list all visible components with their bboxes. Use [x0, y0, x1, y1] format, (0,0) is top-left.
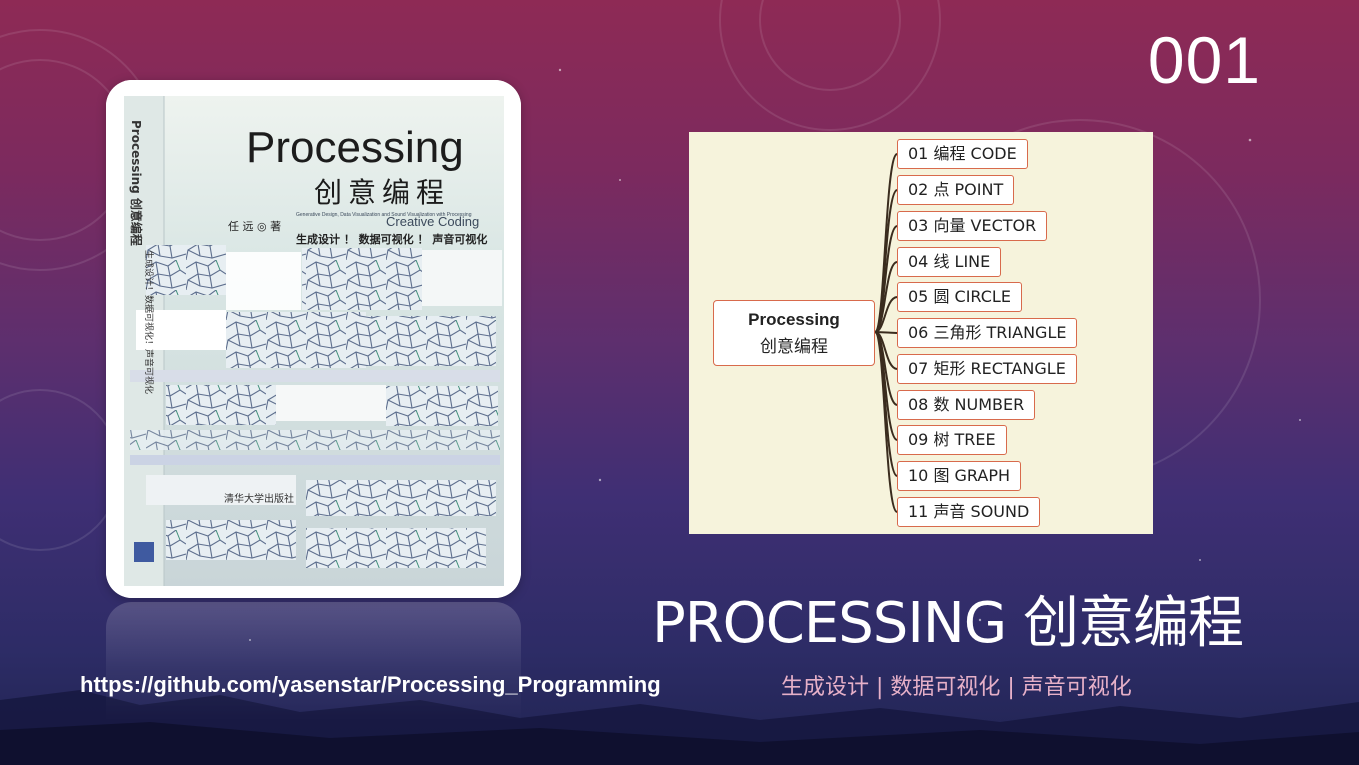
- slide-number: 001: [1147, 23, 1261, 97]
- slide-subtitle: 生成设计 | 数据可视化 | 声音可视化: [781, 675, 1132, 700]
- slide-title: PROCESSING 创意编程: [652, 591, 1244, 656]
- book-reflection: [106, 602, 521, 722]
- book-author: 任 远 ◎ 著: [228, 219, 281, 233]
- book-cover-illustration: Processing 创意编程 Creative Coding Generati…: [106, 80, 521, 598]
- book-chinese-title: 创意编程: [314, 176, 450, 209]
- mindmap-item-sound: 11 声音 SOUND: [897, 497, 1041, 527]
- book-tagline: 生成设计 ！ 数据可视化 ！ 声音可视化: [296, 232, 487, 246]
- mindmap-item-circle: 05 圆 CIRCLE: [897, 282, 1022, 312]
- mindmap-item-tree: 09 树 TREE: [897, 425, 1007, 455]
- book-cover-card: Processing 创意编程 Creative Coding Generati…: [106, 80, 521, 598]
- book-title: Processing: [246, 123, 464, 172]
- mindmap-item-vector: 03 向量 VECTOR: [897, 211, 1048, 241]
- book-spine-tagline: 生成设计！数据可视化！声音可视化: [143, 250, 155, 394]
- book-small-text: Generative Design, Data Visualization an…: [296, 212, 472, 218]
- mindmap-root-subtitle: 创意编程: [760, 336, 828, 357]
- mindmap-item-code: 01 编程 CODE: [897, 139, 1028, 169]
- mindmap-item-graph: 10 图 GRAPH: [897, 461, 1022, 491]
- book-publisher: 清华大学出版社: [224, 492, 294, 505]
- mindmap-item-number: 08 数 NUMBER: [897, 390, 1036, 420]
- mindmap-item-point: 02 点 POINT: [897, 175, 1015, 205]
- book-spine-title: Processing 创意编程: [129, 120, 144, 246]
- mindmap-root-node: Processing 创意编程: [713, 300, 875, 366]
- mindmap-root-title: Processing: [748, 309, 840, 329]
- course-mindmap: Processing 创意编程 01 编程 CODE 02 点 POINT 03…: [689, 132, 1153, 534]
- mindmap-item-line: 04 线 LINE: [897, 247, 1002, 277]
- github-url-link[interactable]: https://github.com/yasenstar/Processing_…: [80, 672, 661, 698]
- mindmap-item-triangle: 06 三角形 TRIANGLE: [897, 318, 1078, 348]
- publisher-logo-icon: [134, 542, 154, 562]
- mindmap-item-rectangle: 07 矩形 RECTANGLE: [897, 354, 1077, 384]
